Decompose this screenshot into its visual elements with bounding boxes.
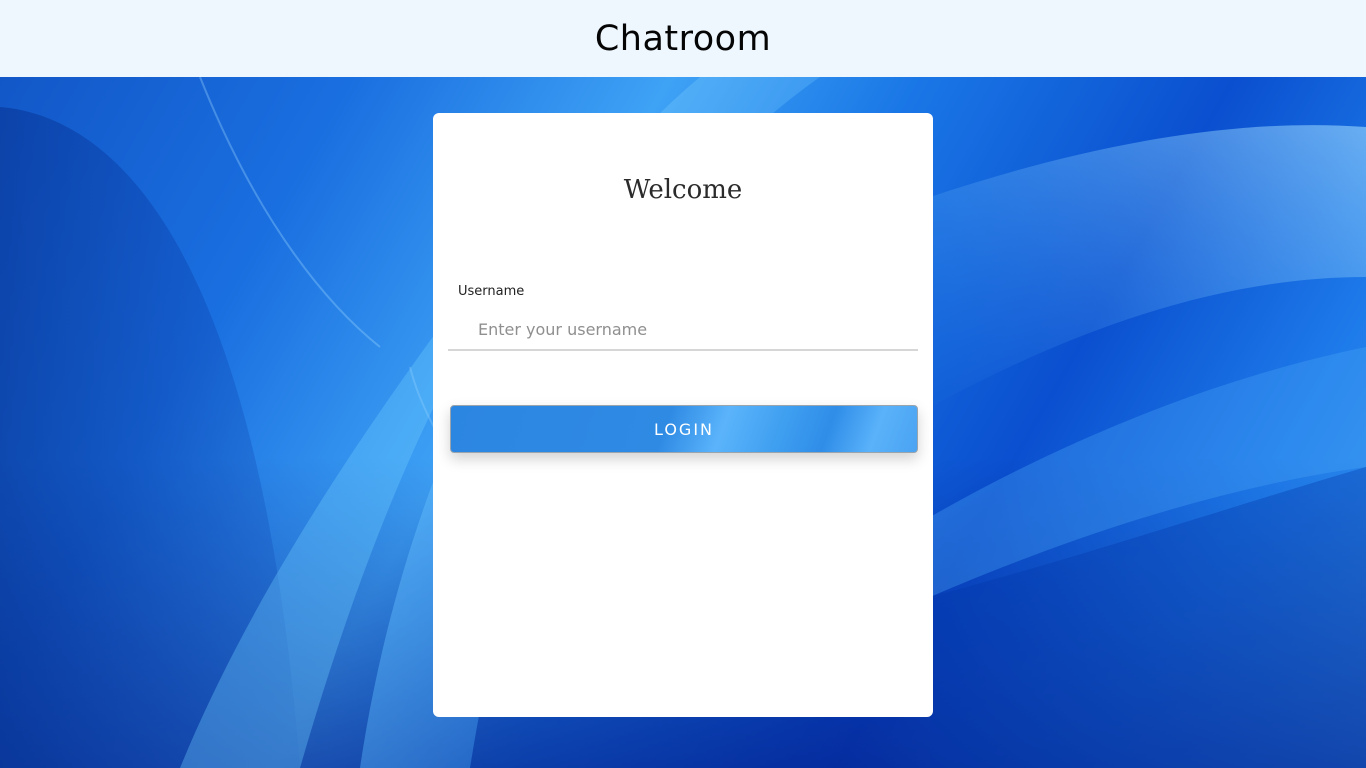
username-label: Username xyxy=(458,284,525,299)
app-header: Chatroom xyxy=(0,0,1366,77)
welcome-heading: Welcome xyxy=(623,175,743,205)
login-page: Chatroom Welcome Username Enter your use… xyxy=(0,0,1366,768)
app-title: Chatroom xyxy=(594,18,772,59)
login-card: Welcome Username LOGIN xyxy=(433,113,933,717)
username-input[interactable] xyxy=(448,309,918,351)
login-button[interactable]: LOGIN xyxy=(450,405,918,453)
